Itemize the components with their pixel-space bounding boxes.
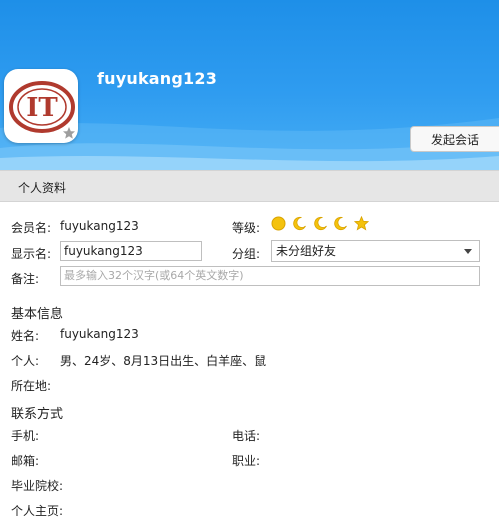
phone-label: 手机: xyxy=(11,429,40,443)
start-chat-button[interactable]: 发起会话 xyxy=(410,126,499,152)
svg-text:IT: IT xyxy=(26,93,58,123)
school-label: 毕业院校: xyxy=(11,479,64,493)
note-input[interactable]: 最多输入32个汉字(或64个英文数字) xyxy=(60,266,480,286)
group-select-value: 未分组好友 xyxy=(276,244,337,258)
moon-icon xyxy=(333,216,348,231)
display-name-label: 显示名: xyxy=(11,247,52,261)
section-title: 个人资料 xyxy=(18,181,67,195)
group-label: 分组: xyxy=(232,247,261,261)
contact-heading: 联系方式 xyxy=(11,407,64,422)
location-label: 所在地: xyxy=(11,379,52,393)
sun-icon xyxy=(271,216,286,231)
profile-header: IT fuyukang123 发起会话 xyxy=(0,0,499,170)
level-label: 等级: xyxy=(232,221,261,235)
personal-label: 个人: xyxy=(11,354,40,368)
star-icon xyxy=(354,215,370,231)
name-label: 姓名: xyxy=(11,329,40,343)
basic-info-heading: 基本信息 xyxy=(11,307,64,322)
name-value: fuyukang123 xyxy=(60,327,139,341)
level-indicator xyxy=(271,215,371,232)
moon-icon xyxy=(313,216,328,231)
personal-value: 男、24岁、8月13日出生、白羊座、鼠 xyxy=(60,354,267,368)
profile-username: fuyukang123 xyxy=(97,69,218,88)
tel-label: 电话: xyxy=(232,429,261,443)
chevron-down-icon xyxy=(464,249,472,254)
moon-icon xyxy=(292,216,307,231)
member-value: fuyukang123 xyxy=(60,219,139,233)
email-label: 邮箱: xyxy=(11,454,40,468)
star-badge-icon[interactable] xyxy=(62,126,76,140)
member-label: 会员名: xyxy=(11,221,52,235)
homepage-label: 个人主页: xyxy=(11,504,64,518)
note-label: 备注: xyxy=(11,272,40,286)
group-select[interactable]: 未分组好友 xyxy=(271,240,480,262)
display-name-input[interactable]: fuyukang123 xyxy=(60,241,202,261)
section-bar-profile: 个人资料 xyxy=(0,170,499,202)
job-label: 职业: xyxy=(232,454,261,468)
